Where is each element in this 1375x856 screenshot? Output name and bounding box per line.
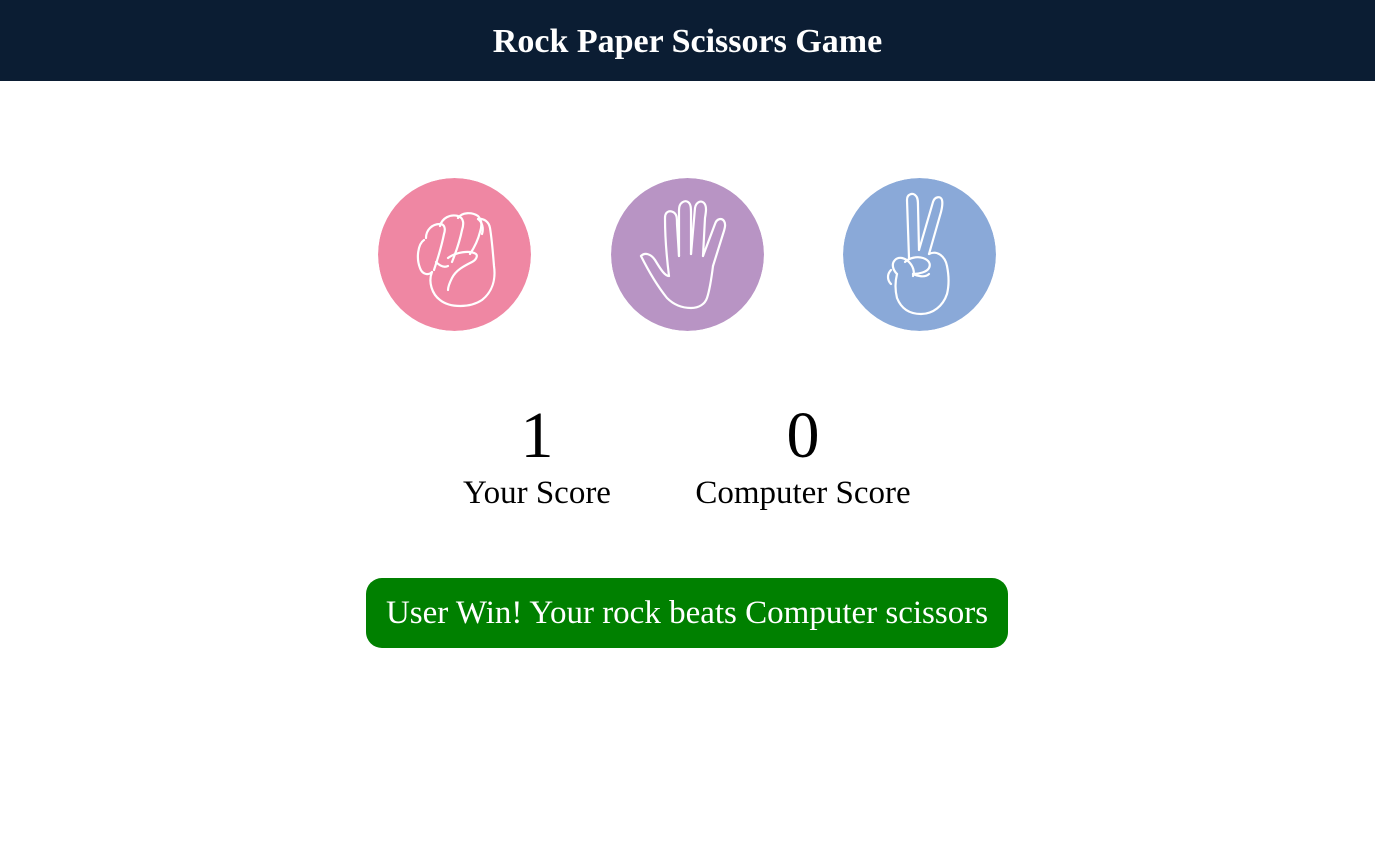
page-title: Rock Paper Scissors Game [492, 22, 883, 60]
paper-choice-button[interactable] [611, 178, 764, 331]
choices-row [0, 178, 1375, 331]
computer-score-label: Computer Score [695, 475, 911, 511]
user-score-value: 1 [520, 399, 554, 472]
user-score: 1 Your Score [437, 398, 637, 512]
result-message: User Win! Your rock beats Computer sciss… [366, 578, 1008, 648]
peace-sign-hand-icon [843, 178, 996, 331]
header-bar: Rock Paper Scissors Game [0, 0, 1375, 81]
fist-hand-icon [378, 178, 531, 331]
computer-score-value: 0 [786, 399, 820, 472]
computer-score: 0 Computer Score [683, 398, 923, 512]
user-score-label: Your Score [463, 475, 611, 511]
rock-choice-button[interactable] [378, 178, 531, 331]
scissors-choice-button[interactable] [843, 178, 996, 331]
open-hand-icon [611, 178, 764, 331]
